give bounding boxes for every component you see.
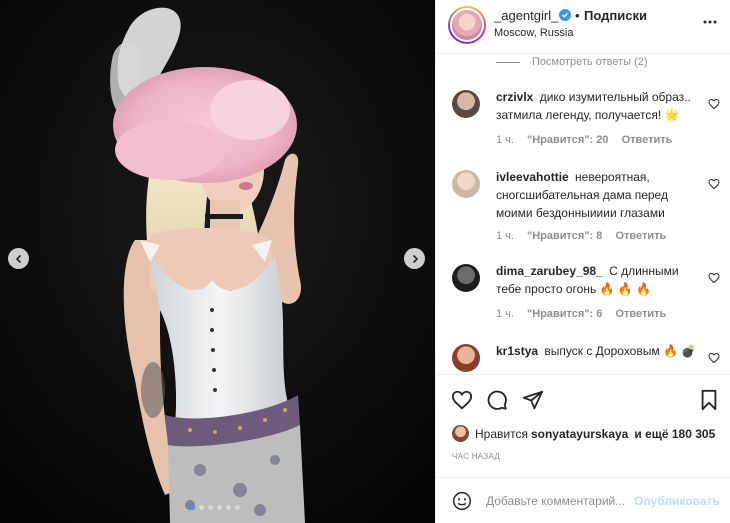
comment-author[interactable]: ivleevahottie: [496, 170, 569, 184]
heart-icon[interactable]: [708, 98, 720, 110]
author-avatar[interactable]: [448, 6, 486, 44]
previous-slide-button[interactable]: [8, 248, 29, 269]
reply-button[interactable]: Ответить: [615, 230, 666, 242]
verified-icon: [559, 9, 571, 21]
comment-input[interactable]: [486, 488, 634, 514]
reply-button[interactable]: Ответить: [615, 308, 666, 320]
share-icon[interactable]: [522, 389, 544, 411]
slide-dot: [226, 505, 231, 510]
likes-prefix: Нравится: [475, 426, 528, 441]
slide-dot: [208, 505, 213, 510]
comment-meta: 1 ч. "Нравится": 20 Ответить: [496, 134, 682, 146]
comment-time[interactable]: 1 ч.: [496, 134, 514, 146]
heart-icon[interactable]: [708, 178, 720, 190]
reply-button[interactable]: Ответить: [622, 134, 673, 146]
publish-button[interactable]: Опубликовать: [634, 494, 720, 508]
post-media[interactable]: [0, 0, 435, 523]
author-username[interactable]: _agentgirl_: [494, 8, 558, 23]
comment-author[interactable]: kr1stya: [496, 344, 538, 358]
comment-body: dima_zarubey_98_ С длинными тебе просто …: [496, 262, 701, 298]
post-time[interactable]: ЧАС НАЗАД: [452, 452, 500, 461]
comment-meta: 1 ч. "Нравится": 6 Ответить: [496, 308, 676, 320]
chevron-left-icon: [15, 254, 21, 263]
post-photo: [0, 0, 435, 523]
slide-indicator: [190, 505, 240, 510]
comment-meta: 1 ч. "Нравится": 8 Ответить: [496, 230, 676, 242]
slide-dot: [190, 505, 195, 510]
liker-username[interactable]: sonyatayurskaya: [531, 427, 628, 441]
emoji-icon[interactable]: [452, 491, 472, 511]
slide-dot: [235, 505, 240, 510]
post-actions: [436, 374, 730, 422]
post-sidebar: _agentgirl_ • Подписки Moscow, Russia По…: [435, 0, 730, 523]
post-header: _agentgirl_ • Подписки Moscow, Russia: [436, 0, 730, 54]
heart-icon[interactable]: [708, 272, 720, 284]
comment-likes[interactable]: "Нравится": 6: [527, 308, 602, 320]
comment-body: ivleevahottie невероятная, сногсшибатель…: [496, 168, 701, 222]
likes-count[interactable]: и ещё 180 305: [634, 427, 715, 441]
comment-likes[interactable]: "Нравится": 20: [527, 134, 608, 146]
comments-list[interactable]: Посмотреть ответы (2) crzivlx дико изуми…: [436, 54, 730, 374]
comment-body: crzivlx дико изумительный образ.. затмил…: [496, 88, 701, 124]
separator-dot: •: [575, 8, 580, 23]
view-replies-button[interactable]: Посмотреть ответы (2): [496, 56, 648, 68]
next-slide-button[interactable]: [404, 248, 425, 269]
comment-time[interactable]: 1 ч.: [496, 308, 514, 320]
commenter-avatar[interactable]: [452, 264, 480, 292]
comment-likes[interactable]: "Нравится": 8: [527, 230, 602, 242]
like-heart-icon[interactable]: [451, 389, 473, 411]
liker-avatar: [452, 425, 469, 442]
commenter-avatar[interactable]: [452, 170, 480, 198]
likes-summary[interactable]: Нравится sonyatayurskaya и ещё 180 305: [452, 425, 718, 442]
comment-text: выпуск с Дороховым 🔥 💣: [544, 344, 697, 358]
slide-dot: [217, 505, 222, 510]
comment-author[interactable]: crzivlx: [496, 90, 533, 104]
comment-time[interactable]: 1 ч.: [496, 230, 514, 242]
replies-line: [496, 61, 520, 63]
following-button[interactable]: Подписки: [584, 8, 647, 23]
comment-body: kr1stya выпуск с Дороховым 🔥 💣: [496, 342, 701, 360]
add-comment-bar: Опубликовать: [436, 477, 730, 523]
comment-author[interactable]: dima_zarubey_98_: [496, 264, 603, 278]
heart-icon[interactable]: [708, 352, 720, 364]
chevron-right-icon: [412, 254, 418, 263]
post-location[interactable]: Moscow, Russia: [494, 27, 573, 39]
commenter-avatar[interactable]: [452, 344, 480, 372]
commenter-avatar[interactable]: [452, 90, 480, 118]
slide-dot: [199, 505, 204, 510]
comment-icon[interactable]: [486, 389, 508, 411]
more-icon[interactable]: [702, 14, 718, 30]
bookmark-icon[interactable]: [698, 389, 720, 411]
view-replies-label: Посмотреть ответы (2): [532, 56, 648, 68]
